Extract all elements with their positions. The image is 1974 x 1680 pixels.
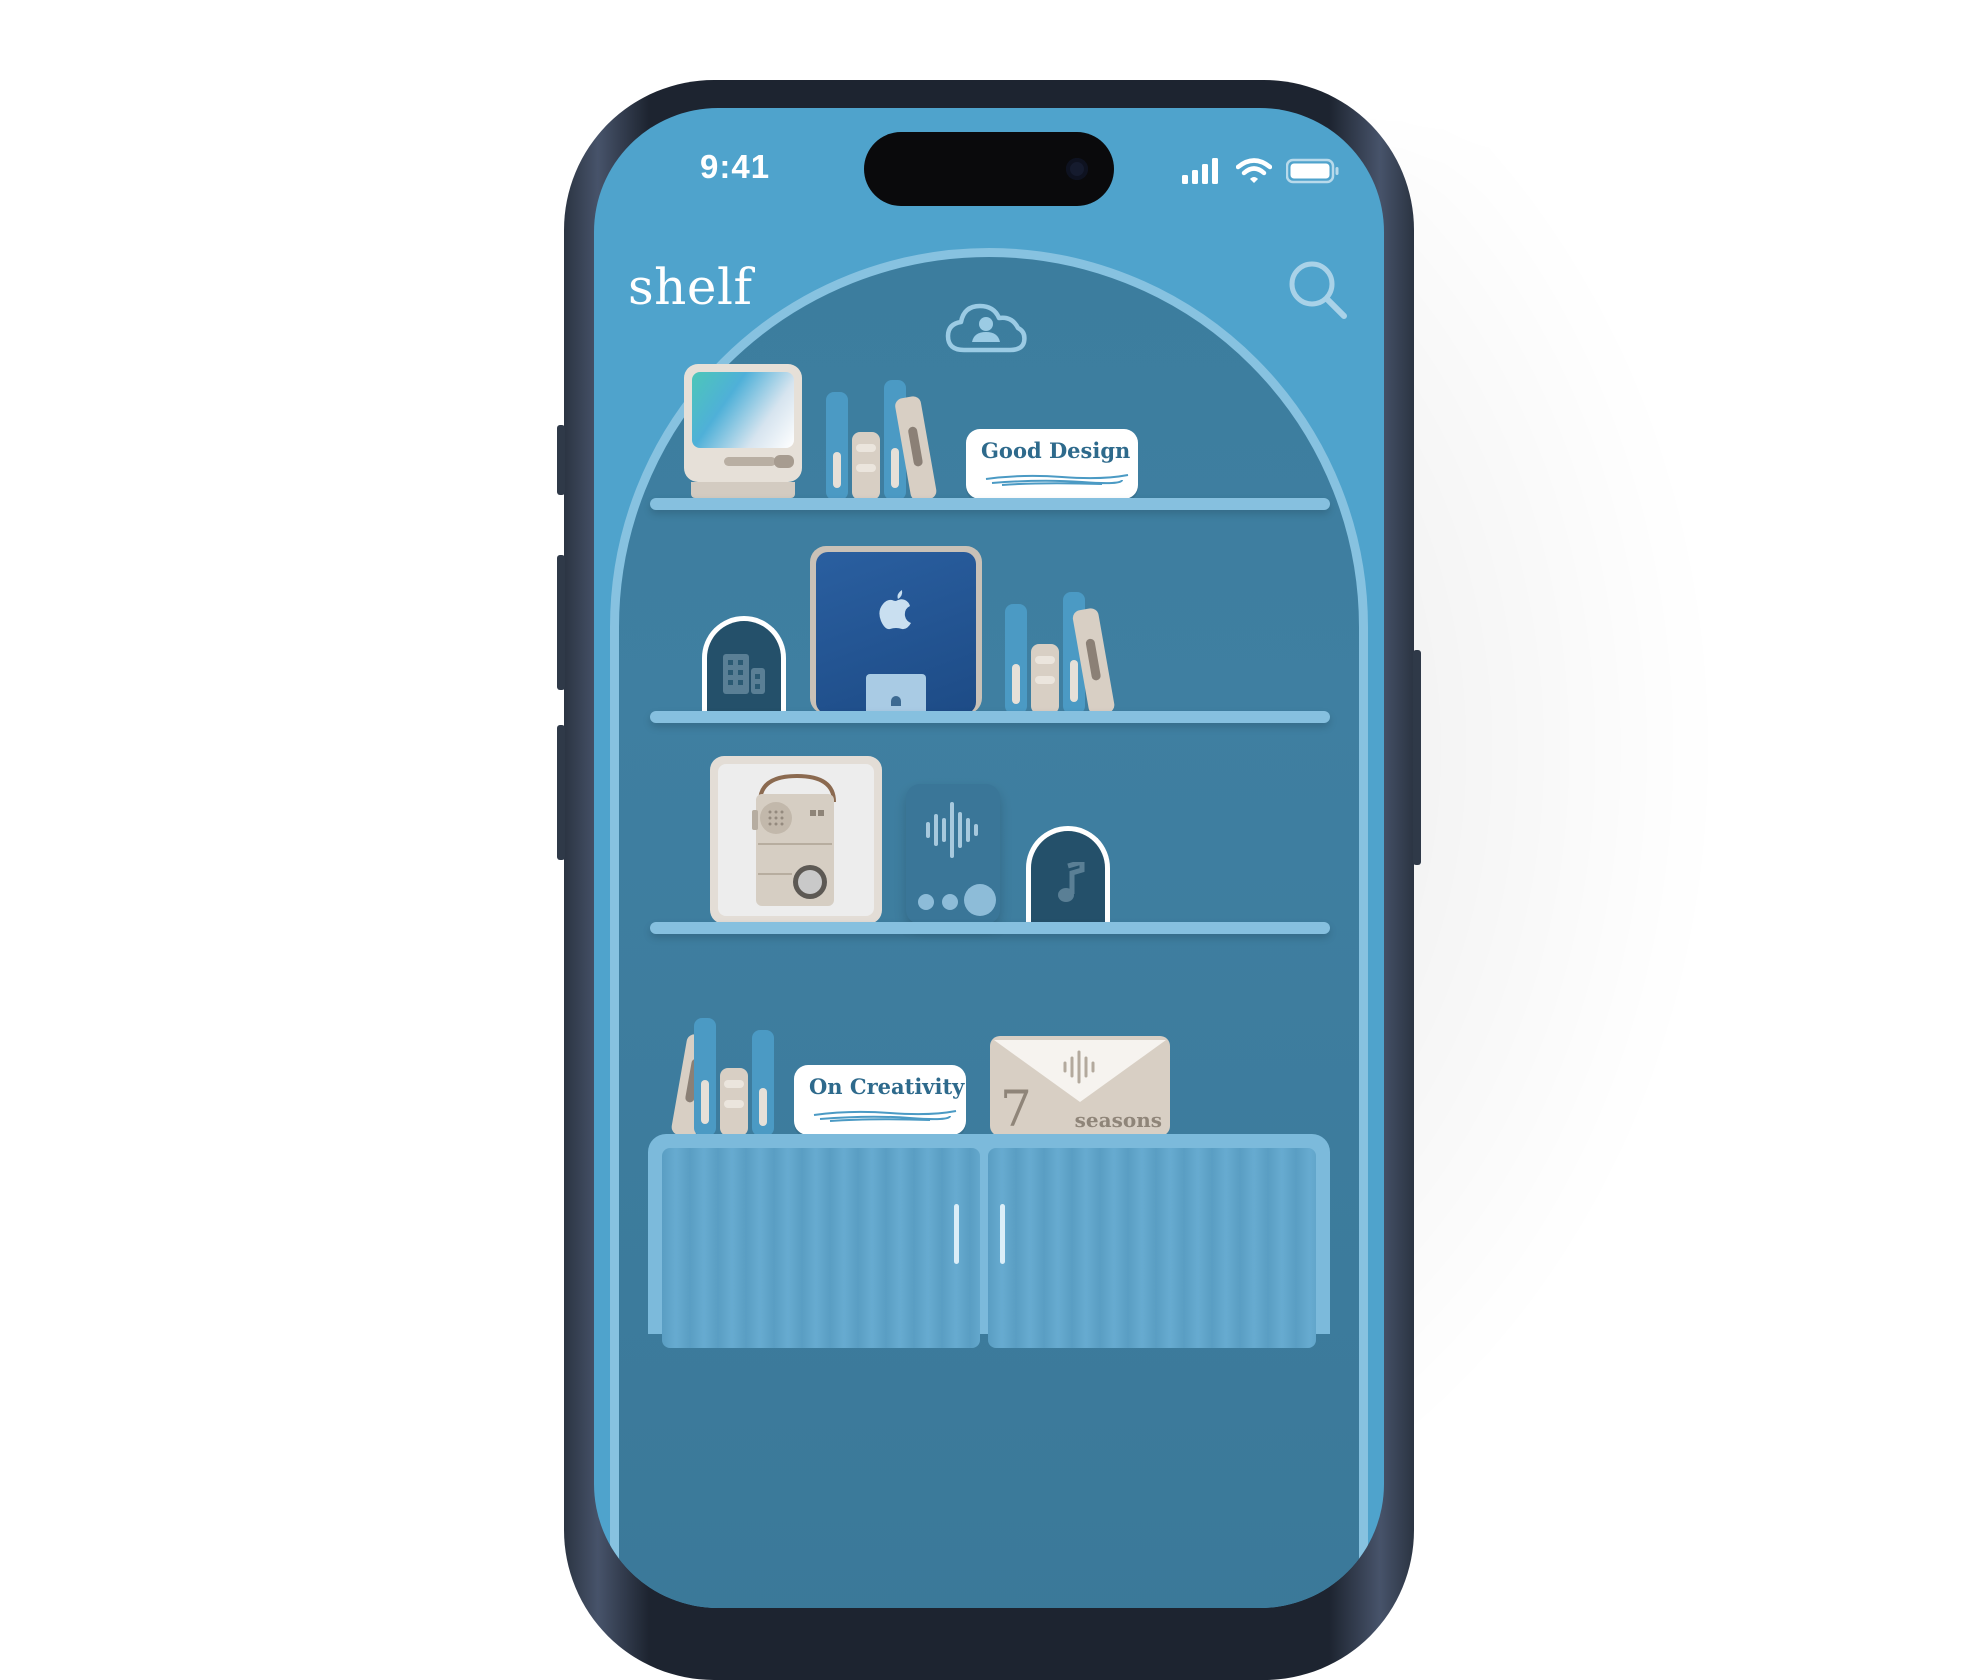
book[interactable] <box>694 1018 716 1136</box>
cabinet-door-right[interactable] <box>988 1148 1316 1348</box>
cabinet-handle-left[interactable] <box>954 1204 959 1264</box>
imac-stand <box>866 674 926 714</box>
podcast-app-tile[interactable] <box>906 784 1000 924</box>
battery-icon <box>1286 158 1339 184</box>
camera-icon <box>1066 158 1088 180</box>
scribble-decoration <box>813 1110 957 1122</box>
volume-down-button[interactable] <box>557 725 565 860</box>
music-app-tile[interactable] <box>1026 826 1110 924</box>
shelf-2 <box>650 711 1330 723</box>
action-button[interactable] <box>557 425 565 495</box>
status-bar: 9:41 <box>594 108 1384 218</box>
book[interactable] <box>1031 644 1059 714</box>
signal-icon <box>1182 158 1218 184</box>
shelf-1 <box>650 498 1330 510</box>
radio-device-icon <box>752 774 836 906</box>
book[interactable] <box>1005 604 1027 714</box>
book[interactable] <box>826 392 848 500</box>
seasons-label: seasons <box>1074 1108 1162 1132</box>
shelf-3 <box>650 922 1330 934</box>
radio-app-tile[interactable] <box>710 756 882 924</box>
on-creativity-title: On Creativity <box>809 1074 965 1099</box>
on-creativity-card[interactable]: On Creativity <box>794 1065 966 1135</box>
book[interactable] <box>852 432 880 500</box>
waveform-icon <box>1063 1050 1095 1084</box>
seasons-envelope-card[interactable]: 7 seasons <box>990 1036 1170 1138</box>
scribble-decoration <box>985 474 1129 486</box>
good-design-card[interactable]: Good Design <box>966 429 1138 499</box>
status-time: 9:41 <box>700 148 771 185</box>
search-icon[interactable] <box>1284 256 1354 326</box>
book[interactable] <box>720 1068 748 1136</box>
app-title: shelf <box>628 258 753 316</box>
cloud-profile-icon[interactable] <box>944 298 1028 358</box>
cabinet-door-left[interactable] <box>662 1148 980 1348</box>
volume-up-button[interactable] <box>557 555 565 690</box>
dynamic-island <box>864 132 1114 206</box>
bottom-cabinet <box>648 1134 1330 1348</box>
good-design-title: Good Design <box>981 438 1131 463</box>
imac-tile[interactable] <box>810 546 982 714</box>
cabinet-handle-right[interactable] <box>1000 1204 1005 1264</box>
seasons-number: 7 <box>1000 1080 1032 1138</box>
status-icons <box>1182 158 1340 184</box>
book[interactable] <box>752 1030 774 1136</box>
waveform-icon <box>926 802 978 858</box>
wifi-icon <box>1236 158 1272 183</box>
power-button[interactable] <box>1413 650 1421 865</box>
apple-logo-icon <box>879 590 911 630</box>
music-note-icon <box>1058 862 1085 902</box>
building-app-tile[interactable] <box>702 616 786 714</box>
retro-computer[interactable] <box>684 364 802 498</box>
phone-screen: 9:41 shelf Good Design On Creativity 7 s… <box>594 108 1384 1608</box>
building-icon <box>723 654 765 694</box>
